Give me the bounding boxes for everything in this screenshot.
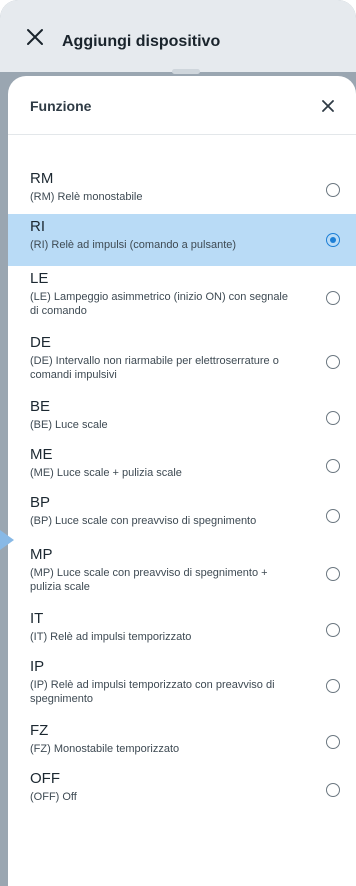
option-description: (DE) Intervallo non riarmabile per elett… — [30, 355, 279, 381]
option-code: RI — [30, 218, 45, 235]
option-code: IP — [30, 658, 45, 675]
option-description: (MP) Luce scale con preavviso di spegnim… — [30, 567, 268, 593]
option-code: IT — [30, 610, 44, 627]
radio-button[interactable] — [326, 291, 340, 305]
option-row[interactable]: RI (RI) Relè ad impulsi (comando a pulsan… — [8, 214, 356, 266]
option-code: FZ — [30, 722, 49, 739]
radio-selected-dot — [329, 236, 336, 243]
option-description: (RI) Relè ad impulsi (comando a pulsante… — [30, 239, 237, 251]
app-header: Aggiungi dispositivo — [0, 0, 356, 72]
option-description: (RM) Relè monostabile — [30, 191, 143, 203]
option-row[interactable]: BE (BE) Luce scale — [8, 394, 356, 442]
option-description: (ME) Luce scale + pulizia scale — [30, 467, 182, 479]
option-description: (FZ) Monostabile temporizzato — [30, 743, 180, 755]
radio-button[interactable] — [326, 233, 340, 247]
option-row[interactable]: ME (ME) Luce scale + pulizia scale — [8, 442, 356, 490]
option-code: BP — [30, 494, 51, 511]
option-code: MP — [30, 546, 53, 563]
radio-button[interactable] — [326, 623, 340, 637]
sheet-title: Funzione — [30, 98, 92, 114]
radio-button[interactable] — [326, 567, 340, 581]
option-code: ME — [30, 446, 53, 463]
option-row[interactable]: IT (IT) Relè ad impulsi temporizzato — [8, 606, 356, 654]
radio-button[interactable] — [326, 679, 340, 693]
device-screen: Aggiungi dispositivo Funzione RM (RM) Rel… — [0, 0, 356, 886]
option-row[interactable]: OFF (OFF) Off — [8, 766, 356, 814]
option-code: RM — [30, 170, 54, 187]
sheet-header: Funzione — [8, 76, 356, 135]
radio-button[interactable] — [326, 735, 340, 749]
radio-button[interactable] — [326, 783, 340, 797]
option-row[interactable]: IP (IP) Relè ad impulsi temporizzato con … — [8, 654, 356, 718]
radio-button[interactable] — [326, 459, 340, 473]
option-row[interactable]: BP (BP) Luce scale con preavviso di spegn… — [8, 490, 356, 542]
sheet-handle[interactable] — [172, 69, 200, 74]
function-option-list: RM (RM) Relè monostabile RI (RI) Relè ad im… — [8, 166, 356, 814]
radio-button[interactable] — [326, 509, 340, 523]
radio-button[interactable] — [326, 355, 340, 369]
option-code: LE — [30, 270, 49, 287]
option-description: (IP) Relè ad impulsi temporizzato con pr… — [30, 679, 275, 705]
option-description: (IT) Relè ad impulsi temporizzato — [30, 631, 192, 643]
radio-button[interactable] — [326, 183, 340, 197]
radio-button[interactable] — [326, 411, 340, 425]
option-code: DE — [30, 334, 51, 351]
option-row[interactable]: RM (RM) Relè monostabile — [8, 166, 356, 214]
close-icon[interactable] — [322, 100, 334, 112]
option-row[interactable]: DE (DE) Intervallo non riarmabile per ele… — [8, 330, 356, 394]
option-description: (BE) Luce scale — [30, 419, 108, 431]
option-code: OFF — [30, 770, 60, 787]
option-code: BE — [30, 398, 51, 415]
option-description: (BP) Luce scale con preavviso di spegnim… — [30, 515, 257, 527]
function-bottom-sheet: Funzione RM (RM) Relè monostabile RI (RI) R… — [8, 76, 356, 886]
page-title: Aggiungi dispositivo — [62, 33, 221, 50]
option-row[interactable]: LE (LE) Lampeggio asimmetrico (inizio ON)… — [8, 266, 356, 330]
option-description: (OFF) Off — [30, 791, 77, 803]
pointer-indicator — [0, 530, 14, 550]
option-row[interactable]: MP (MP) Luce scale con preavviso di spegn… — [8, 542, 356, 606]
option-row[interactable]: FZ (FZ) Monostabile temporizzato — [8, 718, 356, 766]
option-description: (LE) Lampeggio asimmetrico (inizio ON) c… — [30, 291, 288, 317]
close-icon[interactable] — [26, 28, 44, 46]
